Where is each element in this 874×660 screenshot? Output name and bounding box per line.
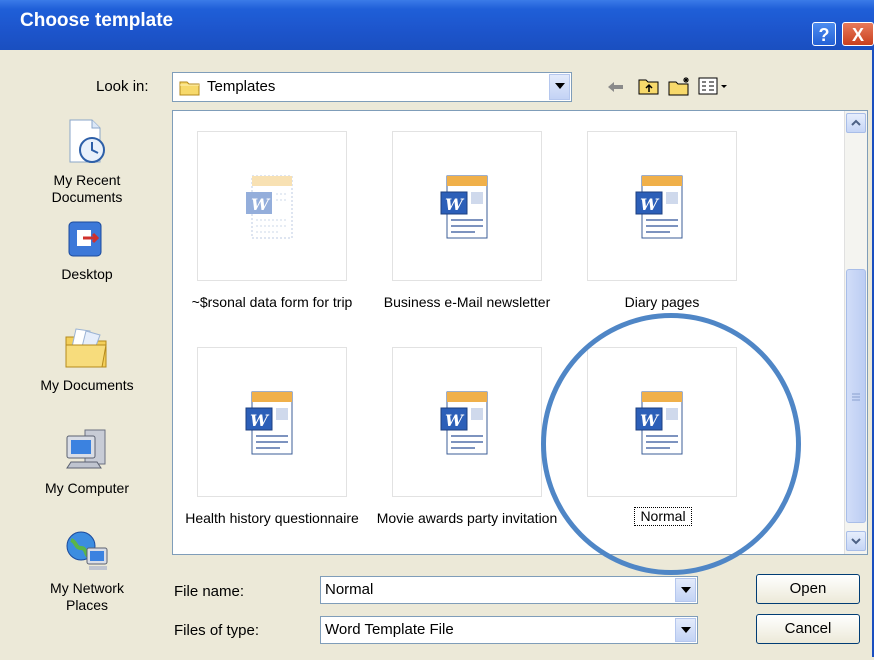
svg-text:W: W <box>640 195 660 214</box>
place-my-computer[interactable]: My Computer <box>20 428 154 497</box>
file-thumbnail: W <box>587 347 737 497</box>
word-template-icon: W <box>437 388 499 458</box>
look-in-dropdown[interactable]: Templates <box>172 72 572 102</box>
close-button[interactable]: X <box>842 22 874 46</box>
up-folder-icon[interactable] <box>638 76 660 100</box>
folder-icon <box>179 79 201 100</box>
chevron-down-icon[interactable] <box>675 618 696 642</box>
file-thumbnail: W <box>392 131 542 281</box>
svg-text:W: W <box>250 411 270 430</box>
word-template-icon: W <box>242 388 304 458</box>
place-desktop[interactable]: Desktop <box>20 220 154 283</box>
views-menu-icon[interactable] <box>698 77 728 99</box>
svg-text:W: W <box>445 411 465 430</box>
file-thumbnail: W <box>587 131 737 281</box>
vertical-scrollbar[interactable] <box>844 111 867 554</box>
word-template-ghost-icon: W <box>242 172 304 242</box>
place-my-network-places[interactable]: My Network Places <box>20 528 154 614</box>
title-bar: Choose template ? X <box>0 0 874 50</box>
file-name-label: ~$rsonal data form for trip <box>191 294 353 310</box>
back-icon[interactable] <box>606 80 624 98</box>
look-in-label: Look in: <box>96 78 149 95</box>
file-name-label: File name: <box>174 583 245 600</box>
scroll-down-button[interactable] <box>846 531 866 551</box>
place-label: My Computer <box>44 480 130 496</box>
chevron-up-icon <box>851 119 861 126</box>
scroll-up-button[interactable] <box>846 113 866 133</box>
recent-documents-icon <box>20 118 154 170</box>
chevron-down-icon <box>851 538 861 545</box>
chevron-down-icon[interactable] <box>549 74 570 100</box>
places-bar: My Recent Documents Desktop My Documents… <box>20 100 154 660</box>
file-thumbnail: W <box>197 131 347 281</box>
place-label: My Documents <box>40 377 134 393</box>
open-button[interactable]: Open <box>756 574 860 604</box>
place-my-recent-documents[interactable]: My Recent Documents <box>20 118 154 206</box>
file-name-label: Business e-Mail newsletter <box>383 294 551 310</box>
network-places-icon <box>20 528 154 578</box>
file-list-view[interactable]: W ~$rsonal data form for trip W Business… <box>172 110 868 555</box>
my-computer-icon <box>20 428 154 478</box>
svg-text:W: W <box>445 195 465 214</box>
new-folder-icon[interactable] <box>668 76 692 100</box>
file-type-label: Files of type: <box>174 622 260 639</box>
place-label: My Network Places <box>50 580 124 613</box>
file-name-value: Normal <box>325 581 374 598</box>
place-my-documents[interactable]: My Documents <box>20 325 154 394</box>
window-title: Choose template <box>20 10 174 31</box>
cancel-button[interactable]: Cancel <box>756 614 860 644</box>
file-type-dropdown[interactable]: Word Template File <box>320 616 698 644</box>
help-button[interactable]: ? <box>812 22 836 46</box>
look-in-value: Templates <box>207 78 276 95</box>
word-template-icon: W <box>632 172 694 242</box>
place-label: Desktop <box>61 266 113 282</box>
place-label: My Recent Documents <box>51 172 123 205</box>
my-documents-icon <box>20 325 154 375</box>
file-name-input[interactable]: Normal <box>320 576 698 604</box>
word-template-icon: W <box>632 388 694 458</box>
scroll-thumb[interactable] <box>846 269 866 523</box>
file-thumbnail: W <box>197 347 347 497</box>
svg-text:W: W <box>251 195 271 214</box>
file-name-label: Diary pages <box>624 294 700 310</box>
file-thumbnail: W <box>392 347 542 497</box>
file-name-label: Normal <box>634 507 692 526</box>
desktop-icon <box>20 220 154 264</box>
file-name-label: Health history questionnaire <box>185 510 359 526</box>
file-type-value: Word Template File <box>325 621 454 638</box>
word-template-icon: W <box>437 172 499 242</box>
grip-icon <box>852 393 860 401</box>
svg-text:W: W <box>640 411 660 430</box>
file-name-label: Movie awards party invitation <box>376 510 558 526</box>
chevron-down-icon[interactable] <box>675 578 696 602</box>
